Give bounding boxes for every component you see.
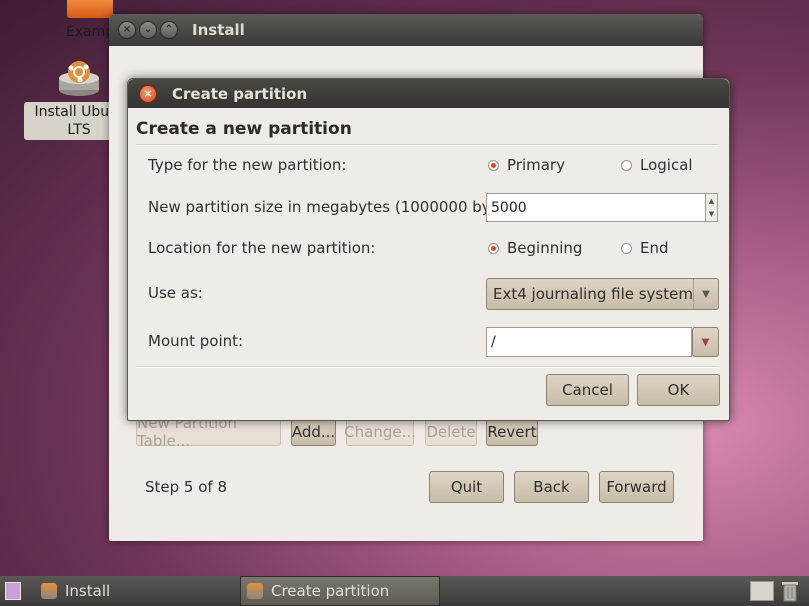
create-partition-dialog: × Create partition Create a new partitio… <box>127 78 730 421</box>
trash-icon <box>782 582 798 602</box>
ok-button[interactable]: OK <box>637 374 720 406</box>
radio-selected-icon <box>488 242 499 254</box>
show-desktop-button[interactable] <box>5 576 29 606</box>
mount-point-dropdown-button[interactable]: ▼ <box>692 327 719 357</box>
step-indicator: Step 5 of 8 <box>145 478 228 496</box>
size-spin-buttons[interactable]: ▲ ▼ <box>705 193 718 222</box>
mount-point-input[interactable]: / <box>486 327 692 357</box>
mount-point-label: Mount point: <box>148 332 244 350</box>
new-partition-table-button[interactable]: New Partition Table... <box>136 414 281 450</box>
radio-label: Primary <box>507 156 565 174</box>
dialog-heading: Create a new partition <box>136 119 352 139</box>
radio-end[interactable]: End <box>621 239 669 257</box>
installer-icon <box>247 583 263 599</box>
desktop-icon <box>5 582 21 600</box>
taskbar-item-label: Install <box>65 582 111 600</box>
forward-button[interactable]: Forward <box>599 471 674 503</box>
close-icon[interactable]: × <box>139 84 157 103</box>
close-icon[interactable]: × <box>118 21 136 39</box>
use-as-value: Ext4 journaling file system <box>493 285 693 303</box>
taskbar-item-label: Create partition <box>271 582 390 600</box>
partition-size-label: New partition size in megabytes (1000000… <box>148 198 525 216</box>
radio-label: Beginning <box>507 239 583 257</box>
partition-size-input[interactable]: 5000 <box>486 193 706 222</box>
minimize-icon[interactable]: ⌄ <box>139 21 157 39</box>
install-titlebar[interactable]: × ⌄ ⌃ Install <box>109 14 703 46</box>
partition-type-label: Type for the new partition: <box>148 156 347 174</box>
radio-logical[interactable]: Logical <box>621 156 693 174</box>
radio-unselected-icon <box>621 159 632 171</box>
use-as-dropdown[interactable]: Ext4 journaling file system ▼ <box>486 278 719 310</box>
chevron-down-icon: ▼ <box>701 336 710 348</box>
revert-button[interactable]: Revert <box>486 417 538 446</box>
trash-button[interactable] <box>781 576 805 606</box>
radio-label: Logical <box>640 156 693 174</box>
change-partition-button[interactable]: Change... <box>344 417 416 446</box>
taskbar-item-create-partition[interactable]: Create partition <box>240 576 440 606</box>
cancel-button[interactable]: Cancel <box>546 374 629 406</box>
installer-icon <box>57 56 101 100</box>
taskbar: Install Create partition <box>0 576 809 606</box>
dialog-titlebar[interactable]: × Create partition <box>128 79 729 108</box>
window-title: Install <box>192 21 245 39</box>
dialog-title: Create partition <box>172 84 308 103</box>
radio-primary[interactable]: Primary <box>488 156 565 174</box>
divider <box>136 366 719 368</box>
radio-beginning[interactable]: Beginning <box>488 239 582 257</box>
workspace-icon <box>750 581 774 601</box>
radio-unselected-icon <box>621 242 632 254</box>
taskbar-item-install[interactable]: Install <box>31 576 236 606</box>
radio-selected-icon <box>488 159 499 171</box>
back-button[interactable]: Back <box>514 471 589 503</box>
add-partition-button[interactable]: Add... <box>291 417 336 446</box>
radio-label: End <box>640 239 669 257</box>
window-controls: × ⌄ ⌃ <box>118 21 178 39</box>
spin-down-icon[interactable]: ▼ <box>709 210 714 218</box>
partition-location-label: Location for the new partition: <box>148 239 376 257</box>
divider <box>136 144 719 146</box>
maximize-icon[interactable]: ⌃ <box>160 21 178 39</box>
delete-partition-button[interactable]: Delete <box>425 417 477 446</box>
quit-button[interactable]: Quit <box>429 471 504 503</box>
installer-icon <box>41 583 57 599</box>
workspace-switcher[interactable] <box>750 576 776 606</box>
chevron-down-icon: ▼ <box>693 279 718 309</box>
spin-up-icon[interactable]: ▲ <box>709 197 714 205</box>
use-as-label: Use as: <box>148 284 203 302</box>
folder-icon <box>67 0 113 18</box>
